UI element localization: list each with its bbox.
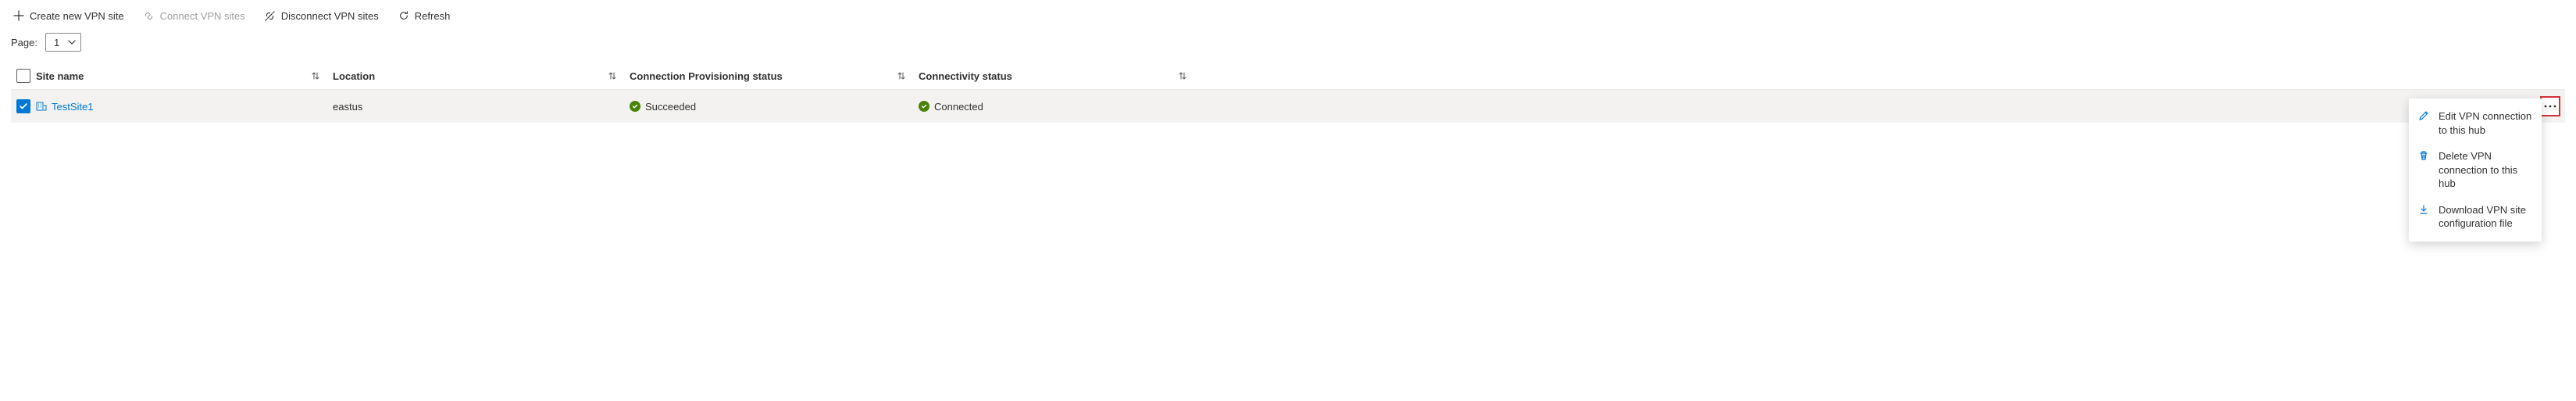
download-icon [2418, 204, 2431, 215]
sort-icon [1178, 71, 1200, 81]
create-vpn-site-button[interactable]: Create new VPN site [11, 8, 126, 23]
disconnect-label: Disconnect VPN sites [281, 10, 379, 22]
vpn-site-icon [36, 101, 47, 112]
success-icon [919, 101, 929, 112]
delete-icon [2418, 150, 2431, 161]
connect-label: Connect VPN sites [160, 10, 245, 22]
sort-icon [897, 71, 919, 81]
vpn-sites-table: Site name Location Connection Provisioni… [0, 63, 2576, 123]
table-header: Site name Location Connection Provisioni… [11, 63, 2565, 90]
column-label: Connection Provisioning status [630, 70, 783, 82]
disconnect-vpn-sites-button[interactable]: Disconnect VPN sites [262, 8, 380, 23]
chevron-down-icon [68, 37, 76, 48]
disconnect-icon [264, 9, 277, 22]
provisioning-status-text: Succeeded [645, 101, 696, 113]
refresh-icon [398, 9, 410, 22]
connect-vpn-sites-button[interactable]: Connect VPN sites [141, 8, 247, 23]
site-name: TestSite1 [52, 101, 93, 113]
column-label: Connectivity status [919, 70, 1012, 82]
command-bar: Create new VPN site Connect VPN sites Di… [0, 0, 2576, 28]
site-link[interactable]: TestSite1 [36, 101, 93, 113]
pager: Page: 1 [0, 28, 2576, 63]
create-label: Create new VPN site [30, 10, 124, 22]
column-header-connectivity-status[interactable]: Connectivity status [919, 70, 1200, 82]
sort-icon [311, 71, 333, 81]
provisioning-status: Succeeded [630, 101, 696, 113]
menu-item-download-config[interactable]: Download VPN site configuration file [2409, 197, 2542, 237]
menu-item-edit-vpn-connection[interactable]: Edit VPN connection to this hub [2409, 103, 2542, 143]
page-label: Page: [11, 37, 37, 48]
page-current: 1 [54, 37, 59, 48]
column-header-location[interactable]: Location [333, 70, 630, 82]
menu-label: Download VPN site configuration file [2439, 203, 2532, 231]
edit-icon [2418, 110, 2431, 121]
location-value: eastus [333, 101, 362, 113]
menu-label: Edit VPN connection to this hub [2439, 109, 2532, 137]
row-context-menu: Edit VPN connection to this hub Delete V… [2409, 98, 2542, 242]
plus-icon [12, 9, 25, 22]
refresh-label: Refresh [415, 10, 451, 22]
row-more-actions-button[interactable] [2540, 96, 2560, 116]
page-select[interactable]: 1 [45, 33, 81, 52]
connectivity-status-text: Connected [934, 101, 983, 113]
row-checkbox[interactable] [16, 99, 30, 113]
connectivity-status: Connected [919, 101, 983, 113]
sort-icon [608, 71, 630, 81]
success-icon [630, 101, 640, 112]
refresh-button[interactable]: Refresh [396, 8, 452, 23]
column-label: Site name [36, 70, 84, 82]
ellipsis-icon [2544, 105, 2556, 108]
column-header-site-name[interactable]: Site name [36, 70, 333, 82]
connect-icon [143, 9, 155, 22]
table-row[interactable]: TestSite1 eastus Succeeded Connected [11, 90, 2565, 123]
column-header-provisioning-status[interactable]: Connection Provisioning status [630, 70, 919, 82]
menu-label: Delete VPN connection to this hub [2439, 149, 2532, 191]
column-label: Location [333, 70, 375, 82]
select-all-checkbox[interactable] [16, 69, 30, 83]
menu-item-delete-vpn-connection[interactable]: Delete VPN connection to this hub [2409, 143, 2542, 197]
